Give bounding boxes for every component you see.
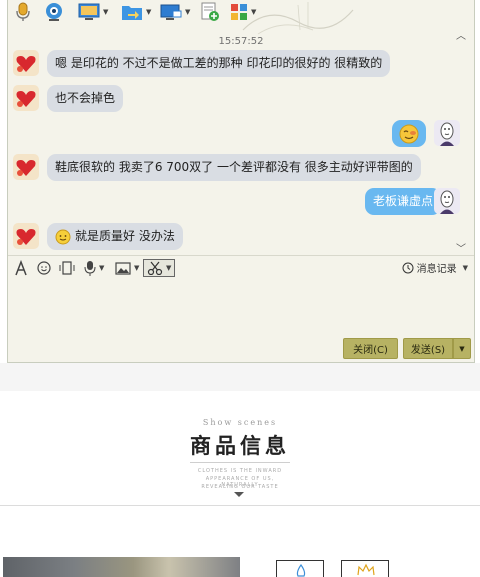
webcam-icon xyxy=(46,3,62,21)
send-button[interactable]: 发送(S) xyxy=(403,338,453,359)
emoji-button[interactable] xyxy=(37,259,51,277)
chat-window: ▼ ▼ ▼ ▼ ︿ 15:57:52 嗯 是印花的 不过不是做工差的那种 印花印… xyxy=(7,0,475,363)
message-bubble: 也不会掉色 xyxy=(47,85,124,112)
buyer-avatar-icon xyxy=(434,188,460,214)
scroll-down-icon[interactable]: ﹀ xyxy=(456,240,466,255)
divider xyxy=(0,505,480,506)
down-arrow-icon xyxy=(234,492,244,497)
shy-face-icon xyxy=(399,124,419,144)
send-file-icon xyxy=(122,6,142,20)
avatar[interactable] xyxy=(13,50,39,76)
remote-desktop-icon xyxy=(160,4,182,20)
title-divider xyxy=(190,462,290,463)
avatar[interactable] xyxy=(13,85,39,111)
microphone-icon xyxy=(16,2,30,21)
voice-button[interactable]: ▼ xyxy=(84,259,104,277)
send-file-button[interactable]: ▼ xyxy=(121,2,151,22)
seller-avatar-icon xyxy=(13,223,39,249)
message-history-button[interactable]: 消息记录 ▼ xyxy=(402,260,468,275)
font-icon xyxy=(15,260,27,276)
input-toolbar: ▼ ▼ ▼ 消息记录 ▼ xyxy=(8,255,474,279)
chevron-down-icon: ▼ xyxy=(459,344,465,353)
chevron-down-icon: ▼ xyxy=(462,263,468,272)
chevron-down-icon: ▼ xyxy=(134,264,140,272)
screenshot-root: ▼ ▼ ▼ ▼ ︿ 15:57:52 嗯 是印花的 不过不是做工差的那种 印花印… xyxy=(0,0,480,577)
microphone-button[interactable] xyxy=(14,2,32,22)
slogan-line: CLOTHES IS THE INWARD xyxy=(197,468,283,474)
avatar[interactable] xyxy=(434,120,460,146)
close-button[interactable]: 关闭(C) xyxy=(343,338,398,359)
message-bubble xyxy=(392,120,426,147)
chevron-down-icon: ▼ xyxy=(99,264,105,272)
history-label: 消息记录 xyxy=(416,264,457,275)
crown-icon xyxy=(357,563,375,576)
scissors-icon xyxy=(147,261,163,275)
message-row: 也不会掉色 xyxy=(13,85,213,113)
chevron-down-icon: ▼ xyxy=(103,8,109,16)
section-title: 商品信息 xyxy=(190,433,290,458)
chevron-down-icon: ▼ xyxy=(185,8,191,16)
message-bubble: 嗯 是印花的 不过不是做工差的那种 印花印的很好的 很精致的 xyxy=(47,50,391,77)
section-subtitle: Show scenes xyxy=(202,418,278,427)
shake-button[interactable] xyxy=(59,259,75,277)
seller-avatar-icon xyxy=(13,50,39,76)
add-app-button[interactable] xyxy=(200,2,220,22)
remote-desktop-button[interactable]: ▼ xyxy=(160,2,190,22)
crown-feature-box xyxy=(341,560,389,577)
webcam-button[interactable] xyxy=(44,2,64,22)
image-button[interactable]: ▼ xyxy=(115,259,139,277)
font-button[interactable] xyxy=(14,259,28,277)
chevron-down-icon: ▼ xyxy=(166,264,172,272)
message-row xyxy=(388,120,473,148)
avatar[interactable] xyxy=(13,223,39,249)
message-bubble: 鞋底很软的 我卖了6 700双了 一个差评都没有 很多主动好评带图的 xyxy=(47,154,421,181)
smile-face-icon xyxy=(55,229,71,244)
slogan-line: REVEALING OUR TASTE xyxy=(201,484,279,490)
screenshot-button[interactable]: ▼ xyxy=(143,259,176,277)
avatar[interactable] xyxy=(434,188,460,214)
product-photo xyxy=(3,557,240,577)
screen-share-icon xyxy=(78,3,100,20)
message-row: 老板谦虚点 xyxy=(343,188,473,216)
emoji-icon xyxy=(37,261,51,275)
voice-icon xyxy=(84,261,96,276)
water-drop-icon xyxy=(296,563,306,577)
image-icon xyxy=(115,261,131,275)
message-row: 嗯 是印花的 不过不是做工差的那种 印花印的很好的 很精致的 xyxy=(13,50,413,78)
add-app-icon xyxy=(201,2,219,21)
message-bubble: 就是质量好 没办法 xyxy=(47,223,183,250)
ink-painting-decoration xyxy=(242,2,354,35)
chevron-down-icon: ▼ xyxy=(146,8,152,16)
section-separator xyxy=(0,363,480,391)
message-row: 鞋底很软的 我卖了6 700双了 一个差评都没有 很多主动好评带图的 xyxy=(13,154,433,182)
message-bubble: 老板谦虚点 xyxy=(364,188,441,215)
water-drop-feature-box xyxy=(276,560,324,577)
message-row: 就是质量好 没办法 xyxy=(13,223,233,251)
clock-icon xyxy=(402,262,414,273)
message-text: 就是质量好 没办法 xyxy=(75,229,175,243)
send-options-button[interactable]: ▼ xyxy=(453,338,471,359)
seller-avatar-icon xyxy=(13,85,39,111)
screen-share-button[interactable]: ▼ xyxy=(78,2,108,22)
seller-avatar-icon xyxy=(13,154,39,180)
avatar[interactable] xyxy=(13,154,39,180)
message-timestamp: 15:57:52 xyxy=(218,36,264,47)
buyer-avatar-icon xyxy=(434,120,460,146)
shake-icon xyxy=(59,261,75,275)
